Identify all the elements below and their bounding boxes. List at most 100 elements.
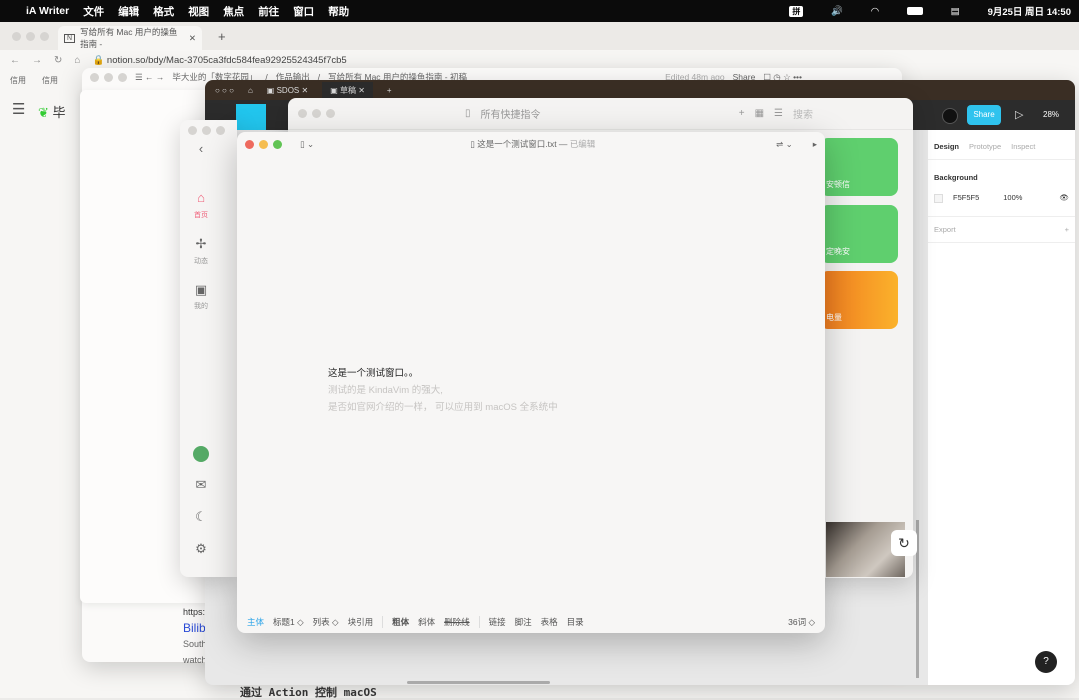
menu-bar: iA Writer 文件 编辑 格式 视图 焦点 前往 窗口 帮助 拼 🔊 ◠ …	[0, 0, 1079, 22]
word-count[interactable]: 36词 ◇	[788, 616, 815, 628]
forward-icon[interactable]: →	[32, 55, 42, 66]
horizontal-scrollbar[interactable]	[407, 681, 550, 684]
bg-opacity[interactable]: 100%	[1003, 188, 1022, 208]
close-tab-icon[interactable]: ✕	[189, 33, 196, 44]
tab-inspect[interactable]: Inspect	[1011, 142, 1035, 151]
link-desc: watch	[183, 655, 207, 665]
wifi-icon[interactable]: ◠	[871, 6, 878, 17]
menu-edit[interactable]: 编辑	[118, 4, 139, 19]
home-icon[interactable]: ⌂	[192, 190, 210, 205]
traffic-lights[interactable]	[245, 139, 282, 149]
new-tab-button[interactable]: +	[218, 29, 226, 44]
back-icon[interactable]: ←	[10, 55, 20, 66]
bookmark[interactable]: 信用	[10, 75, 26, 86]
ia-writer-window: ▯ ⌄ ▯ 这是一个测试窗口.txt — 已编辑 ⇌ ⌄ ▸ 这是一个测试窗口。…	[237, 132, 825, 633]
reload-icon[interactable]: ↻	[54, 55, 62, 66]
link-button[interactable]: 链接	[489, 616, 506, 628]
volume-icon[interactable]: 🔊	[831, 6, 843, 17]
avatar[interactable]	[942, 108, 958, 124]
share-button[interactable]: Share	[967, 105, 1001, 125]
app-menu[interactable]: iA Writer	[26, 5, 69, 17]
window-controls[interactable]	[188, 126, 225, 135]
add-icon[interactable]: +	[739, 108, 745, 119]
bookmark[interactable]: 信用	[42, 75, 58, 86]
play-icon[interactable]: ▸	[813, 139, 817, 150]
background-label: Background	[934, 173, 978, 182]
back-icon[interactable]: ‹	[192, 141, 210, 156]
menu-file[interactable]: 文件	[83, 4, 104, 19]
sidebar-toggle[interactable]: ☰ ← →	[135, 72, 164, 83]
table-button[interactable]: 表格	[541, 616, 558, 628]
menu-focus[interactable]: 焦点	[223, 4, 244, 19]
page-title-fragment: ❦ 毕	[38, 105, 66, 120]
style-list[interactable]: 列表 ◇	[313, 616, 339, 628]
theme-icon[interactable]: ☾	[192, 509, 210, 525]
refresh-button[interactable]: ↻	[891, 530, 917, 556]
toc-button[interactable]: 目录	[567, 616, 584, 628]
style-heading[interactable]: 标题1 ◇	[273, 616, 304, 628]
window-controls[interactable]	[90, 72, 127, 82]
help-button[interactable]: ?	[1035, 651, 1057, 673]
italic-button[interactable]: 斜体	[418, 616, 435, 628]
link-url[interactable]: https:/	[183, 604, 208, 620]
preview-toggle[interactable]: ⇌ ⌄	[776, 139, 793, 150]
document-title[interactable]: ▯ 这是一个测试窗口.txt — 已编辑	[470, 138, 595, 150]
home-icon[interactable]: ⌂	[74, 55, 80, 66]
search-input[interactable]: 搜索	[793, 106, 913, 121]
profile-icon[interactable]: ▣	[192, 282, 210, 298]
window-controls[interactable]	[12, 32, 49, 41]
design-panel: Design Prototype Inspect Background F5F5…	[928, 130, 1075, 685]
nav-mine[interactable]: 我的	[186, 301, 216, 311]
menu-go[interactable]: 前往	[258, 4, 279, 19]
ime-icon[interactable]: 拼	[789, 5, 804, 17]
present-icon[interactable]: ▷	[1015, 108, 1023, 121]
activity-icon[interactable]: ✢	[192, 236, 210, 252]
style-body[interactable]: 主体	[247, 616, 264, 628]
format-toolbar: 主体 标题1 ◇ 列表 ◇ 块引用 粗体 斜体 删除线 链接 脚注 表格 目录 …	[237, 611, 825, 633]
eye-icon[interactable]: 👁	[1059, 188, 1069, 208]
menu-window[interactable]: 窗口	[293, 4, 314, 19]
bg-hex[interactable]: F5F5F5	[953, 188, 979, 208]
text-line: 测试的是 KindaVim 的强大,	[328, 385, 443, 396]
add-export-icon[interactable]: +	[1065, 225, 1069, 234]
browser-tab[interactable]: N 写给所有 Mac 用户的操鱼指南 - ✕	[58, 26, 202, 50]
new-tab-icon[interactable]: +	[387, 86, 392, 95]
home-icon[interactable]: ⌂	[248, 86, 253, 95]
window-controls[interactable]	[298, 109, 335, 118]
list-icon[interactable]: ☰	[774, 108, 783, 119]
strikethrough-button[interactable]: 删除线	[444, 616, 470, 628]
text-line: 是否如官网介绍的一样， 可以应用到 macOS 全系统中	[328, 402, 558, 413]
window-controls[interactable]: ○ ○ ○	[215, 86, 234, 95]
avatar[interactable]	[193, 446, 209, 462]
export-label: Export	[934, 225, 956, 234]
zoom-level[interactable]: 28%	[1043, 110, 1059, 119]
tab-prototype[interactable]: Prototype	[969, 142, 1001, 151]
settings-icon[interactable]: ⚙	[192, 541, 210, 557]
text-line: 这是一个测试窗口。。	[328, 368, 419, 379]
menu-icon[interactable]: ☰	[12, 100, 25, 118]
menu-help[interactable]: 帮助	[328, 4, 349, 19]
control-center-icon[interactable]: ▤	[951, 6, 960, 17]
link-title[interactable]: Bilib	[183, 620, 208, 636]
clock[interactable]: 9月25日 周日 14:50	[988, 4, 1071, 18]
editor[interactable]: 这是一个测试窗口。。 测试的是 KindaVim 的强大, 是否如官网介绍的一样…	[328, 365, 558, 416]
nav-home[interactable]: 首页	[186, 210, 216, 220]
address-bar[interactable]: 🔒 notion.so/bdy/Mac-3705ca3fdc584fea9292…	[92, 55, 346, 66]
tab-draft[interactable]: ▣ 草稿 ✕	[322, 81, 373, 99]
window-title: 所有快捷指令	[480, 110, 541, 121]
menu-format[interactable]: 格式	[153, 4, 174, 19]
bold-button[interactable]: 粗体	[392, 616, 409, 628]
mail-icon[interactable]: ✉	[192, 477, 210, 493]
style-blockquote[interactable]: 块引用	[348, 616, 374, 628]
nav-activity[interactable]: 动态	[186, 256, 216, 266]
tab-design[interactable]: Design	[934, 142, 959, 151]
grid-icon[interactable]: ▦	[755, 108, 764, 119]
sidebar-icon[interactable]: ▯	[465, 108, 471, 119]
link-desc: South	[183, 639, 207, 649]
footnote-button[interactable]: 脚注	[515, 616, 532, 628]
color-swatch[interactable]	[934, 193, 943, 203]
tab-sdos[interactable]: ▣ SDOS ✕	[267, 86, 308, 95]
menu-view[interactable]: 视图	[188, 4, 209, 19]
sidebar-toggle[interactable]: ▯ ⌄	[300, 139, 314, 150]
battery-icon[interactable]	[906, 7, 923, 15]
